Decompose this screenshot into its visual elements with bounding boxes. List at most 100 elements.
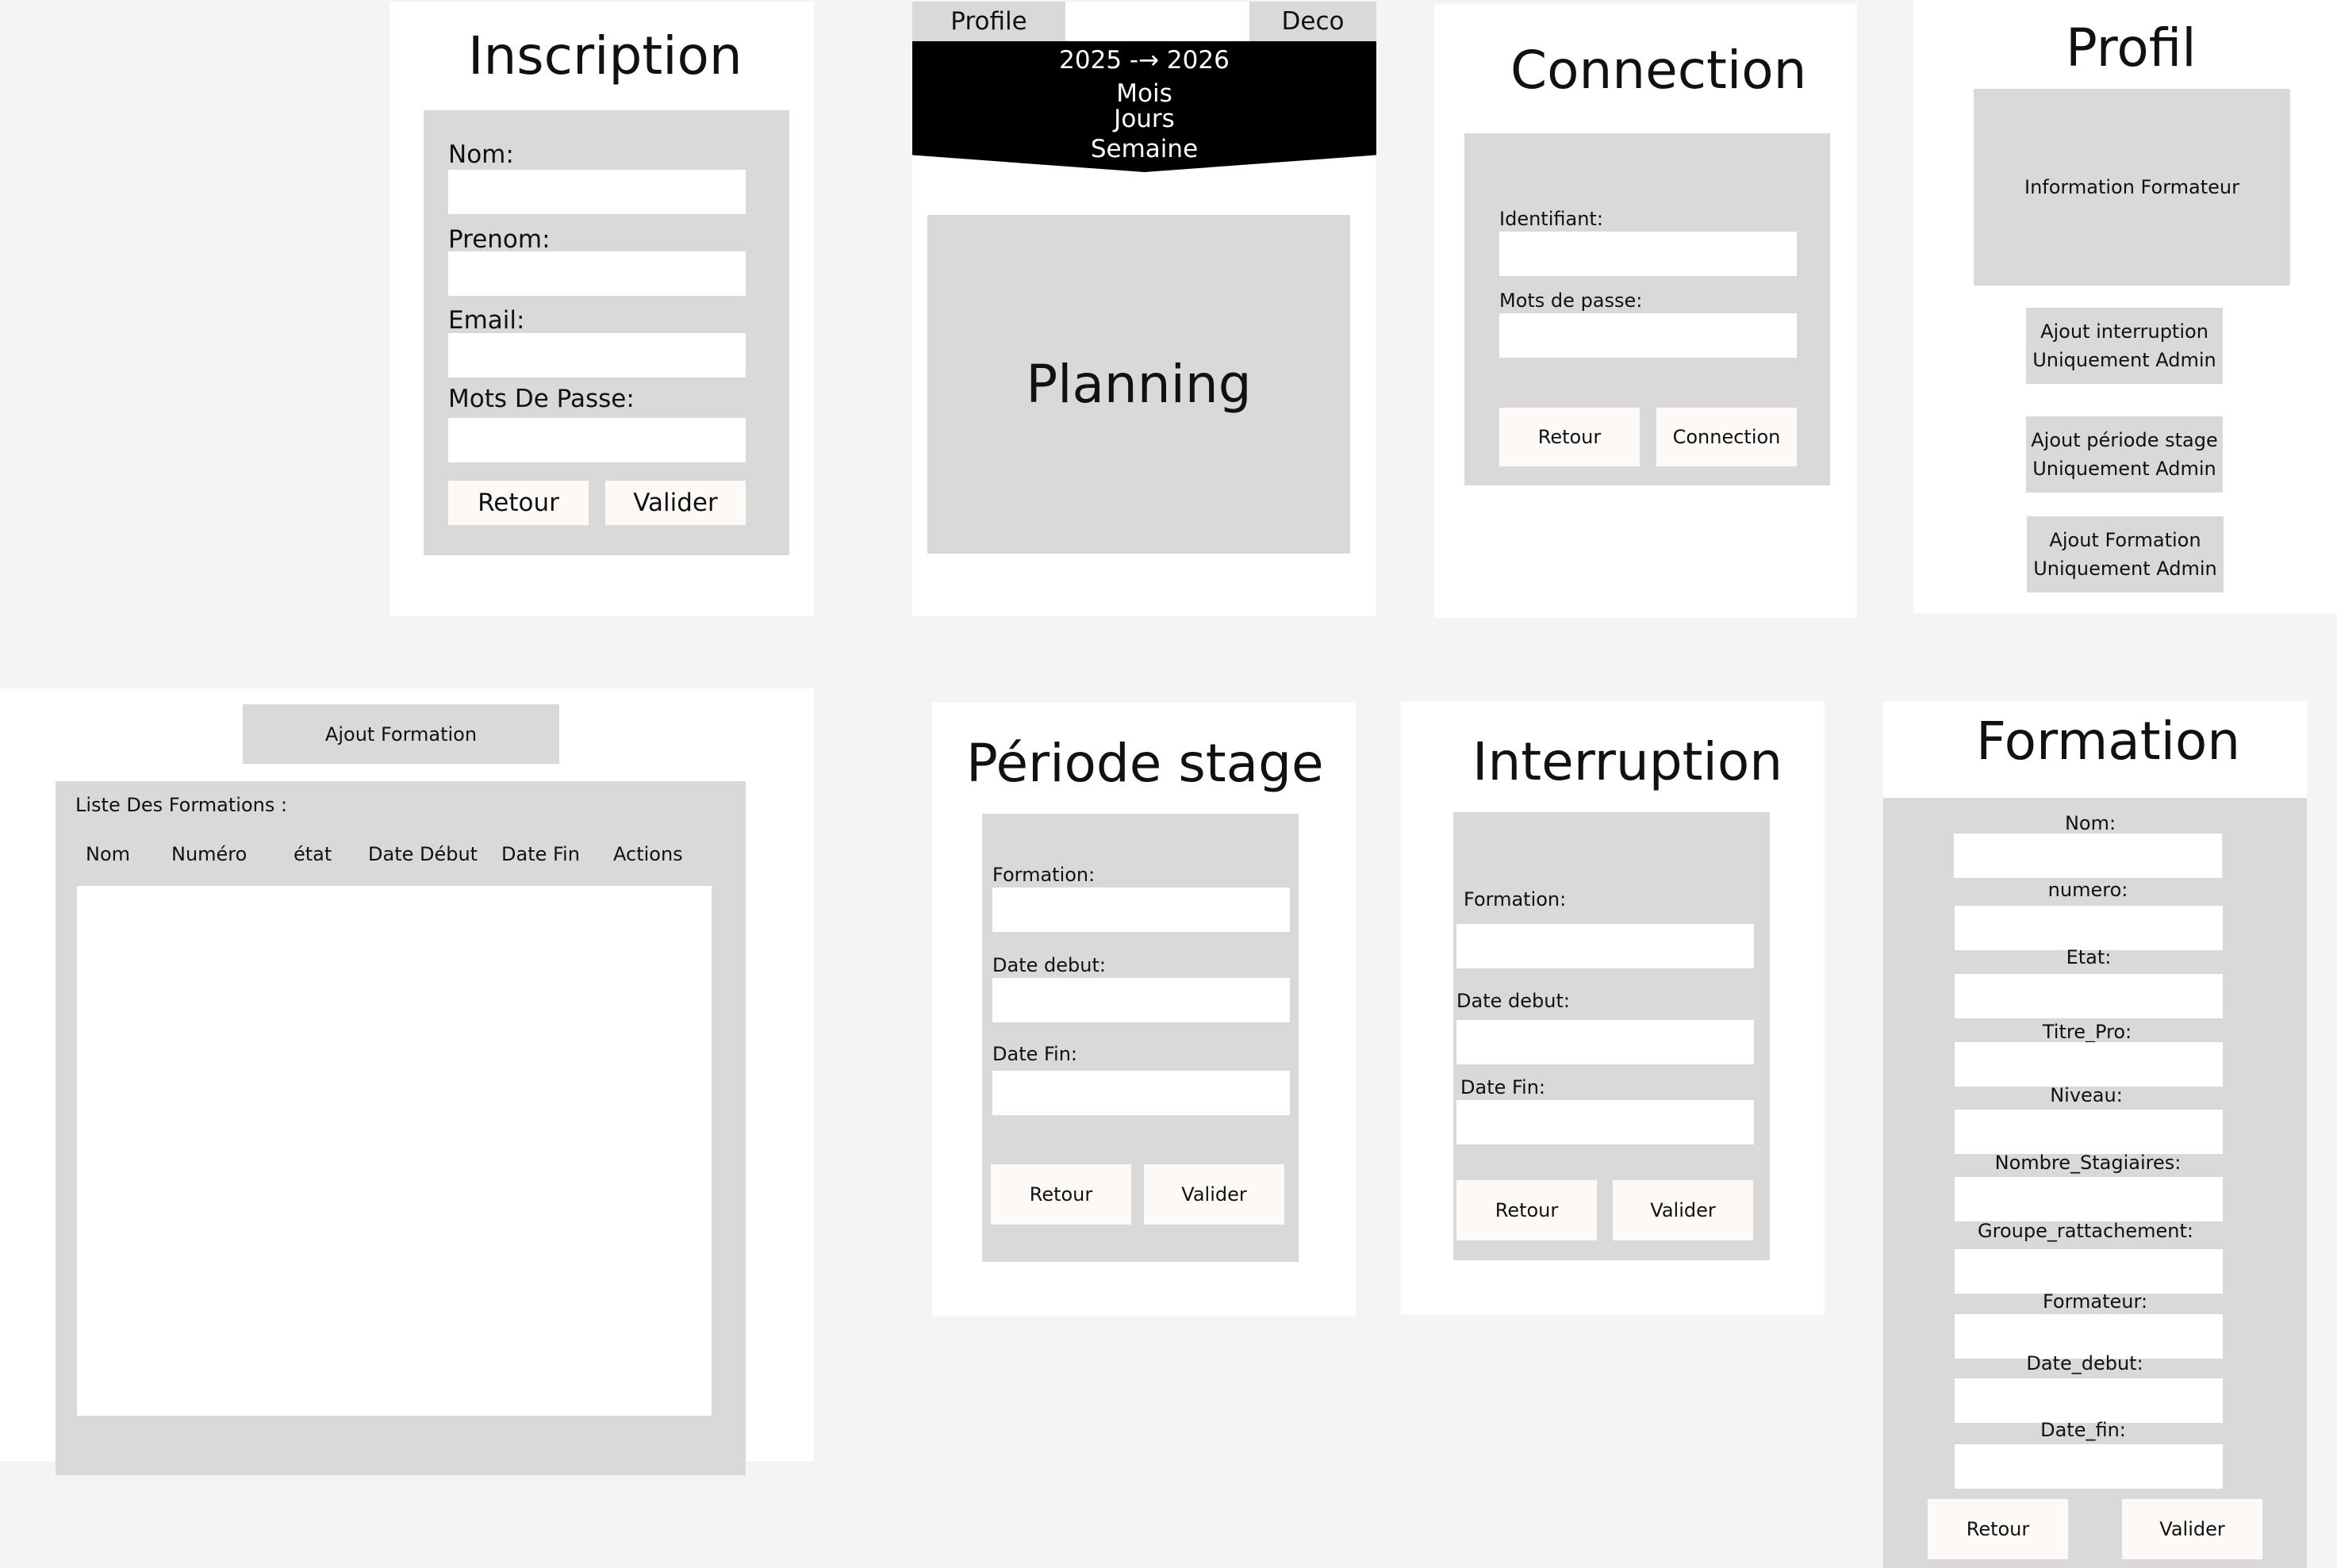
- numero-field[interactable]: [1955, 906, 2223, 950]
- password-label: Mots de passe:: [1499, 289, 1643, 312]
- field-label-nom: Nom:: [2064, 812, 2116, 834]
- button-line: Uniquement Admin: [2032, 458, 2216, 480]
- formations-table-body[interactable]: [77, 886, 712, 1416]
- page-title: Période stage: [966, 733, 1324, 794]
- end-date-label: Date Fin:: [1460, 1076, 1546, 1098]
- formation-field[interactable]: [1456, 924, 1754, 968]
- email-field[interactable]: [448, 333, 746, 378]
- page-title: Profil: [2066, 17, 2197, 79]
- add-internship-period-button[interactable]: Ajout période stage Uniquement Admin: [2026, 416, 2223, 493]
- view-week[interactable]: Semaine: [912, 135, 1376, 163]
- field-label-etat: Etat:: [2066, 946, 2112, 968]
- field-label-niveau: Niveau:: [2050, 1084, 2123, 1106]
- add-formation-button[interactable]: Ajout Formation: [243, 704, 559, 764]
- etat-field[interactable]: [1955, 974, 2223, 1018]
- nom-field[interactable]: [1954, 834, 2222, 878]
- field-label-date-debut: Date_debut:: [2026, 1352, 2143, 1374]
- formation-form-panel: Nom: numero: Etat: Titre_Pro: Niveau: No…: [1883, 798, 2307, 1568]
- connect-button[interactable]: Connection: [1656, 408, 1797, 466]
- start-date-label: Date debut:: [1456, 990, 1570, 1012]
- page-title: Interruption: [1472, 731, 1783, 792]
- inscription-frame: Inscription Nom: Prenom: Email: Mots De …: [390, 2, 814, 616]
- formation-frame: Formation Nom: numero: Etat: Titre_Pro: …: [1883, 701, 2307, 1568]
- page-title: Formation: [1976, 711, 2241, 772]
- prenom-field[interactable]: [448, 251, 746, 296]
- nom-label: Nom:: [448, 140, 514, 169]
- back-button[interactable]: Retour: [1928, 1499, 2068, 1559]
- back-button[interactable]: Retour: [1499, 408, 1640, 466]
- button-line: Ajout période stage: [2031, 429, 2218, 451]
- end-date-label: Date Fin:: [992, 1043, 1078, 1065]
- planning-label: Planning: [1026, 354, 1252, 415]
- add-formation-label: Ajout Formation: [324, 723, 478, 746]
- column-header-etat[interactable]: état: [294, 843, 332, 865]
- nombre-stagiaires-field[interactable]: [1955, 1177, 2223, 1221]
- button-line: Uniquement Admin: [2033, 558, 2217, 580]
- button-line: Ajout Formation: [2049, 529, 2201, 551]
- button-line: Ajout interruption: [2040, 320, 2208, 343]
- field-label-date-fin: Date_fin:: [2040, 1419, 2126, 1441]
- column-header-actions[interactable]: Actions: [613, 843, 683, 865]
- password-field[interactable]: [448, 418, 746, 462]
- view-month[interactable]: Mois: [912, 79, 1376, 108]
- email-label: Email:: [448, 306, 525, 335]
- date-fin-field[interactable]: [1955, 1444, 2223, 1489]
- start-date-field[interactable]: [992, 978, 1290, 1022]
- calendar-header: 2025 -→ 2026 Mois Jours Semaine: [912, 41, 1376, 172]
- back-button[interactable]: Retour: [991, 1164, 1131, 1225]
- trainer-info-label: Information Formateur: [2024, 176, 2239, 198]
- page-title: Inscription: [468, 25, 743, 86]
- start-date-label: Date debut:: [992, 954, 1106, 976]
- field-label-titre-pro: Titre_Pro:: [2042, 1021, 2132, 1043]
- field-label-nombre-stagiaires: Nombre_Stagiaires:: [1994, 1152, 2182, 1174]
- password-label: Mots De Passe:: [448, 385, 635, 413]
- profil-frame: Profil Information Formateur Ajout inter…: [1913, 0, 2337, 613]
- end-date-field[interactable]: [992, 1071, 1290, 1115]
- submit-button[interactable]: Valider: [605, 481, 746, 525]
- page-title: Connection: [1510, 40, 1807, 101]
- login-label: Identifiant:: [1499, 208, 1603, 230]
- nom-field[interactable]: [448, 170, 746, 214]
- view-day[interactable]: Jours: [912, 105, 1376, 133]
- date-debut-field[interactable]: [1955, 1378, 2223, 1423]
- prenom-label: Prenom:: [448, 225, 551, 254]
- login-field[interactable]: [1499, 232, 1797, 276]
- column-header-nom[interactable]: Nom: [86, 843, 130, 865]
- groupe-rattachement-field[interactable]: [1955, 1249, 2223, 1294]
- password-field[interactable]: [1499, 313, 1797, 358]
- end-date-field[interactable]: [1456, 1100, 1754, 1144]
- formation-field[interactable]: [992, 888, 1290, 932]
- column-header-date-fin[interactable]: Date Fin: [501, 843, 580, 865]
- interruption-form-panel: Formation: Date debut: Date Fin: Retour …: [1453, 812, 1770, 1260]
- tab-profile[interactable]: Profile: [912, 2, 1065, 41]
- trainer-info-box: Information Formateur: [1974, 89, 2290, 286]
- add-interruption-button[interactable]: Ajout interruption Uniquement Admin: [2026, 308, 2223, 384]
- column-header-date-debut[interactable]: Date Début: [368, 843, 478, 865]
- column-header-numero[interactable]: Numéro: [171, 843, 247, 865]
- submit-button[interactable]: Valider: [1144, 1164, 1284, 1225]
- niveau-field[interactable]: [1955, 1110, 2223, 1154]
- submit-button[interactable]: Valider: [2122, 1499, 2262, 1559]
- connection-frame: Connection Identifiant: Mots de passe: R…: [1434, 5, 1857, 618]
- back-button[interactable]: Retour: [1456, 1180, 1597, 1240]
- button-line: Uniquement Admin: [2032, 349, 2216, 371]
- planning-frame: Profile Deco 2025 -→ 2026 Mois Jours Sem…: [912, 2, 1376, 616]
- formation-label: Formation:: [992, 864, 1096, 886]
- titre-pro-field[interactable]: [1955, 1042, 2223, 1087]
- field-label-groupe-rattachement: Groupe_rattachement:: [1978, 1220, 2193, 1242]
- formations-list-frame: Ajout Formation Liste Des Formations : N…: [0, 688, 814, 1475]
- back-button[interactable]: Retour: [448, 481, 589, 525]
- start-date-field[interactable]: [1456, 1020, 1754, 1064]
- add-formation-button[interactable]: Ajout Formation Uniquement Admin: [2027, 516, 2224, 592]
- interruption-frame: Interruption Formation: Date debut: Date…: [1401, 701, 1825, 1315]
- formation-label: Formation:: [1464, 888, 1567, 911]
- tab-logout[interactable]: Deco: [1249, 2, 1376, 41]
- planning-area[interactable]: Planning: [927, 215, 1350, 554]
- periode-stage-form-panel: Formation: Date debut: Date Fin: Retour …: [982, 814, 1299, 1262]
- list-title: Liste Des Formations :: [75, 794, 288, 816]
- connection-form-panel: Identifiant: Mots de passe: Retour Conne…: [1464, 133, 1830, 485]
- year-range: 2025 -→ 2026: [1059, 46, 1230, 75]
- field-label-formateur: Formateur:: [2042, 1290, 2148, 1313]
- field-label-numero: numero:: [2047, 879, 2128, 901]
- submit-button[interactable]: Valider: [1613, 1180, 1753, 1240]
